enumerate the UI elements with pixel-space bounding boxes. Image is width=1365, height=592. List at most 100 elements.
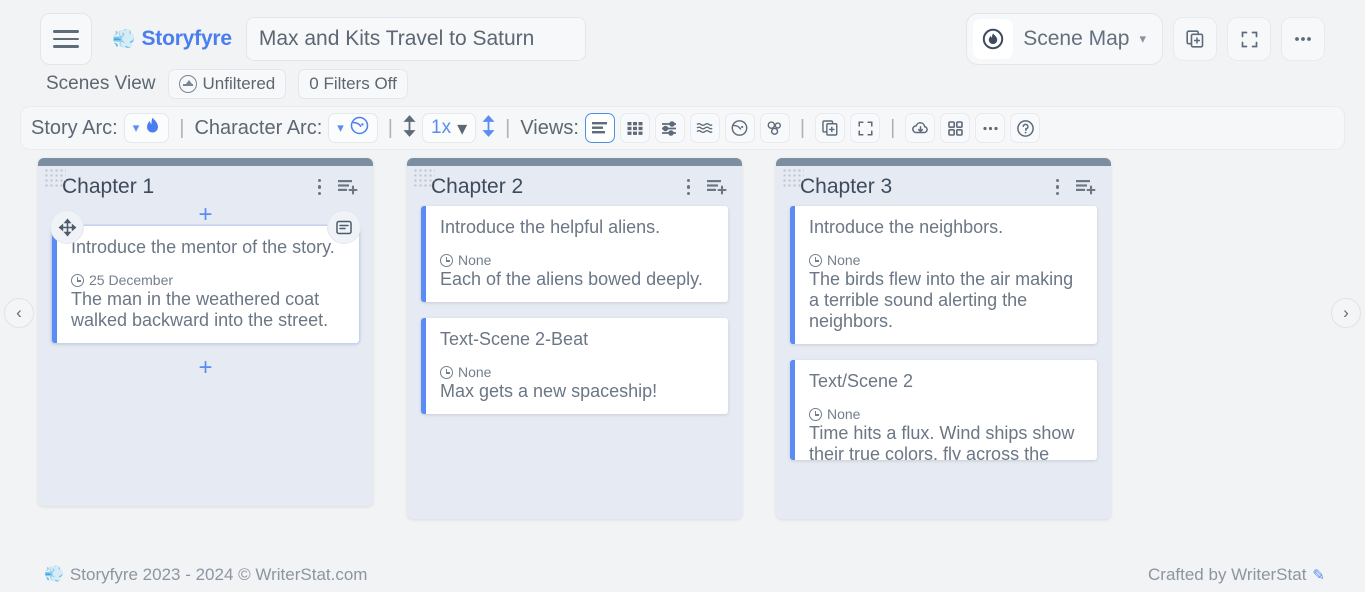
- hamburger-bars: [53, 25, 79, 53]
- chevron-left-icon[interactable]: ‹: [4, 298, 34, 328]
- column-title: Chapter 2: [431, 175, 523, 199]
- flame-icon: 💨: [112, 30, 135, 49]
- project-title-input[interactable]: [246, 17, 586, 61]
- view-list-button[interactable]: [585, 113, 615, 143]
- brand-logo: 💨 Storyfyre: [112, 27, 232, 51]
- view-waves-button[interactable]: [690, 113, 720, 143]
- character-face-icon: [350, 116, 369, 141]
- duplicate-button[interactable]: [815, 113, 845, 143]
- scene-card[interactable]: Introduce the helpful aliens. None Each …: [421, 206, 728, 302]
- flame-icon: 💨: [44, 567, 64, 583]
- column-top-accent: [38, 158, 373, 166]
- footer: 💨 Storyfyre 2023 - 2024 © WriterStat.com…: [0, 558, 1365, 592]
- clock-icon: [440, 366, 453, 379]
- card-notes-icon[interactable]: [327, 210, 361, 244]
- toolbar-separator-2: |: [384, 117, 397, 140]
- help-button[interactable]: [1010, 113, 1040, 143]
- view-sliders-button[interactable]: [655, 113, 685, 143]
- footer-left: 💨 Storyfyre 2023 - 2024 © WriterStat.com: [44, 565, 367, 585]
- column-menu-icon[interactable]: [1056, 179, 1060, 196]
- character-arc-select[interactable]: ▾: [328, 113, 378, 143]
- clock-icon: [71, 274, 84, 287]
- fullscreen-button[interactable]: [850, 113, 880, 143]
- scene-card-body: Time hits a flux. Wind ships show their …: [809, 423, 1083, 460]
- scene-card-body: The man in the weathered coat walked bac…: [71, 289, 345, 331]
- filter-icon: [179, 75, 197, 93]
- view-mode-select[interactable]: Scene Map ▾: [966, 13, 1163, 65]
- add-card-top-button[interactable]: +: [52, 206, 359, 226]
- column-header-icons: [318, 178, 360, 196]
- column-title: Chapter 3: [800, 175, 892, 199]
- view-grid-button[interactable]: [620, 113, 650, 143]
- main-toolbar: Story Arc: ▾ | Character Arc: ▾ | 1x ▾ |…: [20, 106, 1345, 150]
- drag-handle-icon[interactable]: [44, 168, 66, 188]
- drag-handle-icon[interactable]: [413, 168, 435, 188]
- story-arc-label: Story Arc:: [31, 117, 118, 140]
- add-scene-icon[interactable]: [1075, 178, 1097, 196]
- add-scene-icon[interactable]: [337, 178, 359, 196]
- add-scene-icon[interactable]: [706, 178, 728, 196]
- story-arc-select[interactable]: ▾: [124, 113, 170, 143]
- chevron-right-icon[interactable]: ›: [1331, 298, 1361, 328]
- character-arc-label: Character Arc:: [194, 117, 322, 140]
- column-chapter-2[interactable]: Chapter 2 Introduce the helpful aliens. …: [407, 158, 742, 519]
- more-button[interactable]: [975, 113, 1005, 143]
- toolbar-separator-1: |: [175, 117, 188, 140]
- scene-card-meta: None: [440, 364, 714, 380]
- drag-handle-icon[interactable]: [782, 168, 804, 188]
- column-header-icons: [1056, 178, 1098, 196]
- fullscreen-button[interactable]: [1227, 17, 1271, 61]
- apps-grid-button[interactable]: [940, 113, 970, 143]
- column-header: Chapter 2: [407, 166, 742, 206]
- column-header: Chapter 3: [776, 166, 1111, 206]
- flame-badge-icon: [973, 19, 1013, 59]
- scene-card[interactable]: Introduce the neighbors. None The birds …: [790, 206, 1097, 344]
- views-label: Views:: [520, 117, 579, 140]
- column-menu-icon[interactable]: [687, 179, 691, 196]
- view-molecule-button[interactable]: [760, 113, 790, 143]
- add-card-bottom-button[interactable]: +: [52, 359, 359, 379]
- view-mode-label: Scene Map: [1023, 27, 1129, 51]
- toolbar-separator-4: |: [796, 117, 809, 140]
- scene-card[interactable]: Text/Scene 2 None Time hits a flux. Wind…: [790, 360, 1097, 460]
- column-chapter-3[interactable]: Chapter 3 Introduce the neighbors. None …: [776, 158, 1111, 519]
- scene-card-title: Introduce the neighbors.: [809, 216, 1083, 238]
- scene-card-date: None: [827, 406, 860, 422]
- column-header-icons: [687, 178, 729, 196]
- board-area: ‹ › Chapter 1 +: [0, 150, 1365, 512]
- scenes-view-label: Scenes View: [46, 73, 156, 95]
- scene-card[interactable]: Introduce the mentor of the story. 25 De…: [52, 226, 359, 343]
- scene-card-meta: None: [809, 252, 1083, 268]
- columns-container: Chapter 1 +: [0, 158, 1365, 512]
- zoom-select[interactable]: 1x ▾: [422, 113, 476, 143]
- unfiltered-label: Unfiltered: [203, 74, 276, 94]
- scene-card-meta: None: [809, 406, 1083, 422]
- scene-card-body: The birds flew into the air making a ter…: [809, 269, 1083, 332]
- filters-off-pill[interactable]: 0 Filters Off: [298, 69, 408, 99]
- toolbar-separator-5: |: [886, 117, 899, 140]
- hamburger-icon[interactable]: [40, 13, 92, 65]
- row-height-increase-button[interactable]: [482, 115, 495, 142]
- pencil-icon[interactable]: ✎: [1312, 566, 1325, 584]
- row-height-decrease-button[interactable]: [403, 115, 416, 142]
- column-top-accent: [407, 158, 742, 166]
- cloud-download-button[interactable]: [905, 113, 935, 143]
- scene-card[interactable]: Text-Scene 2-Beat None Max gets a new sp…: [421, 318, 728, 414]
- toolbar-separator-3: |: [501, 117, 514, 140]
- clock-icon: [809, 254, 822, 267]
- view-character-button[interactable]: [725, 113, 755, 143]
- unfiltered-pill[interactable]: Unfiltered: [168, 69, 287, 99]
- column-header: Chapter 1: [38, 166, 373, 206]
- move-card-icon[interactable]: [50, 210, 84, 244]
- tool-buttons-group: [815, 113, 880, 143]
- scenes-view-row: Scenes View Unfiltered 0 Filters Off: [0, 60, 1365, 98]
- duplicate-page-button[interactable]: [1173, 17, 1217, 61]
- more-options-button[interactable]: [1281, 17, 1325, 61]
- column-menu-icon[interactable]: [318, 179, 322, 196]
- toolbar-wrap: Story Arc: ▾ | Character Arc: ▾ | 1x ▾ |…: [0, 98, 1365, 150]
- column-chapter-1[interactable]: Chapter 1 +: [38, 158, 373, 506]
- scene-card-body: Max gets a new spaceship!: [440, 381, 714, 402]
- flame-icon: [145, 117, 160, 140]
- scene-card-date: None: [458, 252, 491, 268]
- scene-card-date: None: [458, 364, 491, 380]
